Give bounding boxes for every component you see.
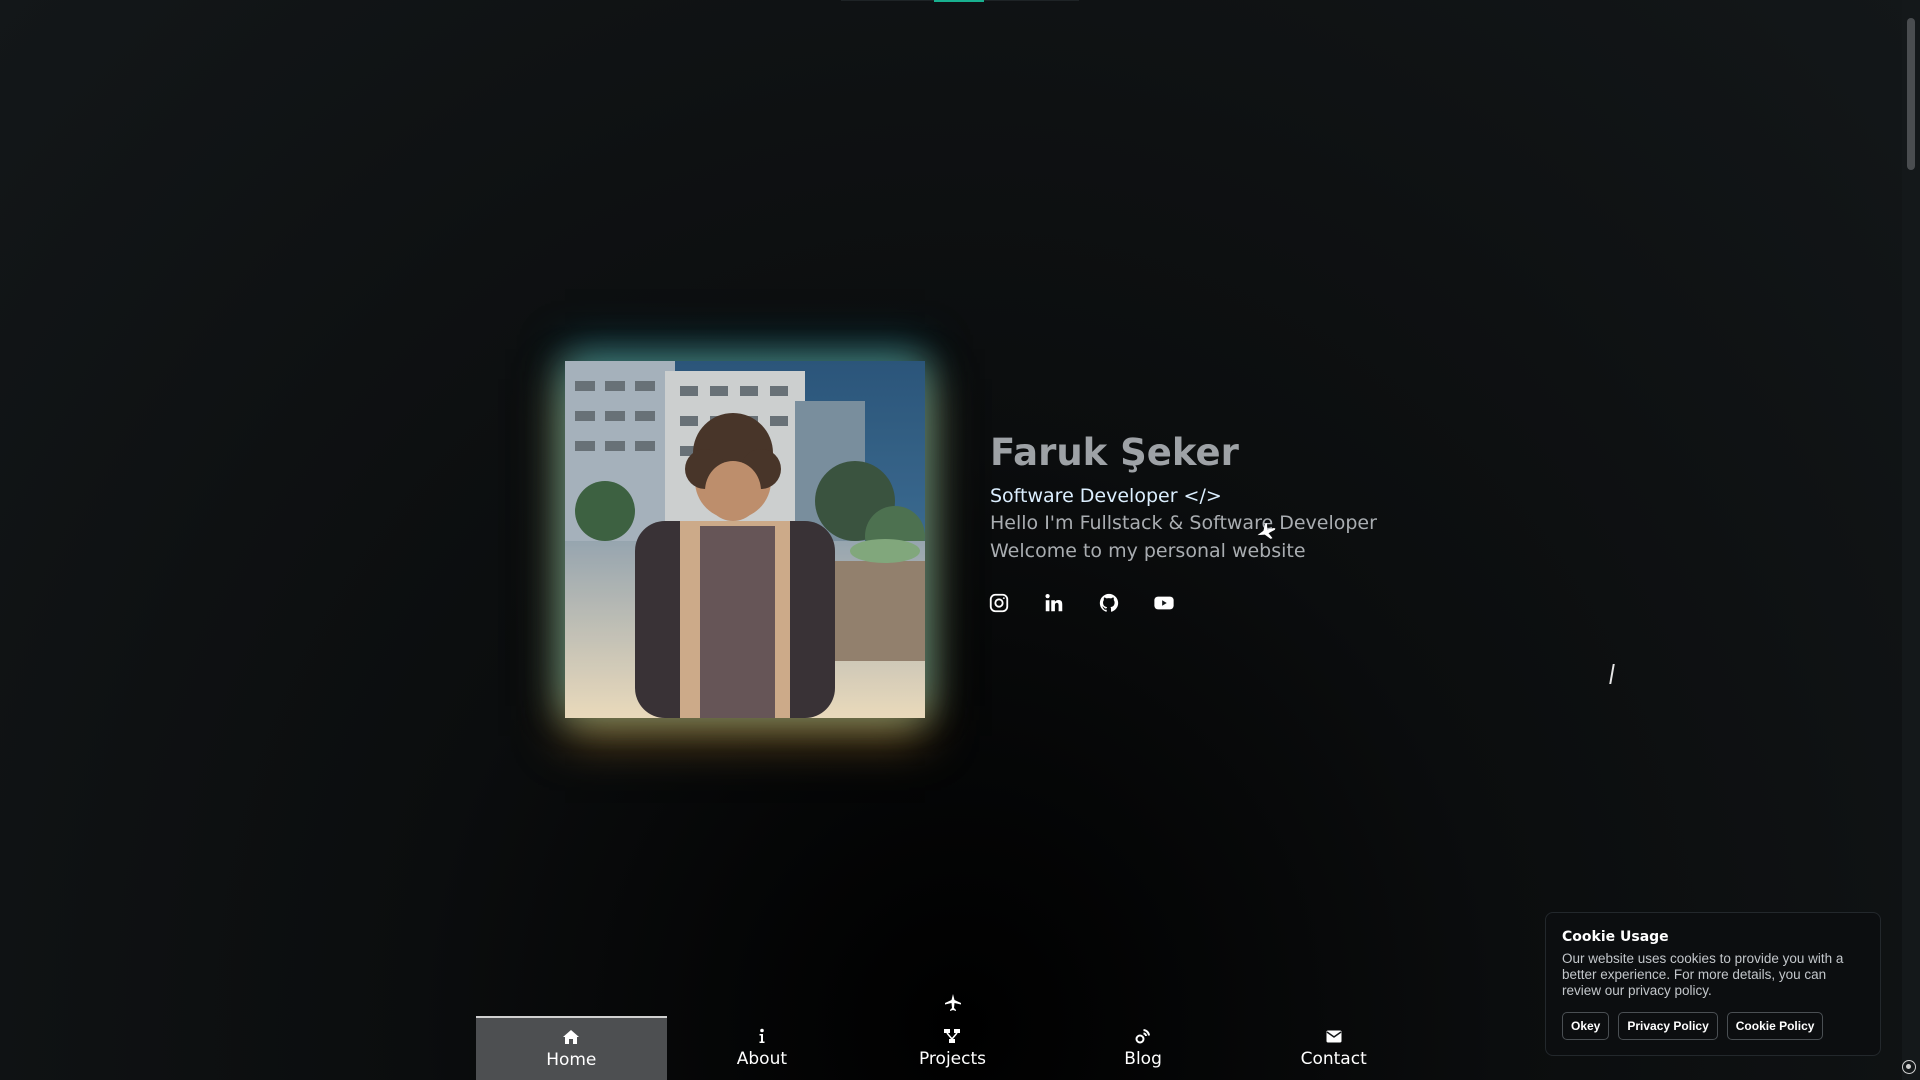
instagram-icon (989, 593, 1009, 613)
profile-role: Software Developer </> (990, 485, 1222, 507)
accessibility-icon[interactable] (1902, 1060, 1916, 1074)
nav-home[interactable]: Home (476, 1016, 667, 1080)
sitemap-icon (943, 1027, 961, 1045)
github-link[interactable] (1098, 592, 1120, 614)
nav-blog[interactable]: Blog (1048, 1016, 1239, 1080)
linkedin-icon (1045, 594, 1063, 612)
okey-button[interactable]: Okey (1562, 1012, 1610, 1040)
cookie-banner: Cookie Usage Our website uses cookies to… (1545, 912, 1881, 1056)
linkedin-link[interactable] (1043, 592, 1065, 614)
nav-projects[interactable]: Projects (857, 1016, 1048, 1080)
profile-name: Faruk Şeker (990, 431, 1239, 474)
cookie-title: Cookie Usage (1562, 929, 1669, 945)
nav-about-label: About (736, 1049, 788, 1069)
cookie-text: Our website uses cookies to provide you … (1562, 951, 1844, 998)
text-caret (1609, 664, 1615, 684)
nav-blog-label: Blog (1124, 1049, 1162, 1069)
page-scrollbar[interactable] (1902, 0, 1920, 1080)
nav-contact[interactable]: Contact (1238, 1016, 1429, 1080)
privacy-policy-button[interactable]: Privacy Policy (1618, 1012, 1718, 1040)
scrollbar-thumb[interactable] (1907, 18, 1915, 170)
airplane-cursor-icon (1257, 523, 1276, 539)
nav-projects-label: Projects (918, 1049, 986, 1069)
hero-section: Faruk Şeker Software Developer </> Hello… (990, 430, 1377, 565)
profile-intro: Hello I'm Fullstack & Software Developer (990, 512, 1377, 534)
instagram-link[interactable] (988, 592, 1010, 614)
nav-contact-label: Contact (1300, 1049, 1367, 1069)
youtube-icon (1154, 596, 1174, 610)
profile-photo (565, 361, 925, 718)
cookie-policy-button[interactable]: Cookie Policy (1726, 1012, 1824, 1040)
github-icon (1099, 593, 1119, 612)
social-links (988, 592, 1208, 614)
bottom-navigation: Home About Projects Blog Contact (476, 1016, 1429, 1080)
blog-icon (1135, 1027, 1151, 1045)
profile-welcome: Welcome to my personal website (990, 540, 1306, 562)
home-icon (562, 1028, 580, 1046)
youtube-link[interactable] (1153, 592, 1175, 614)
cookie-actions: Okey Privacy Policy Cookie Policy (1562, 1012, 1864, 1040)
airplane-icon (945, 994, 961, 1011)
envelope-icon (1326, 1027, 1342, 1045)
nav-home-label: Home (546, 1050, 597, 1070)
info-icon (758, 1027, 766, 1045)
top-progress-indicator (934, 0, 984, 2)
nav-about[interactable]: About (667, 1016, 858, 1080)
